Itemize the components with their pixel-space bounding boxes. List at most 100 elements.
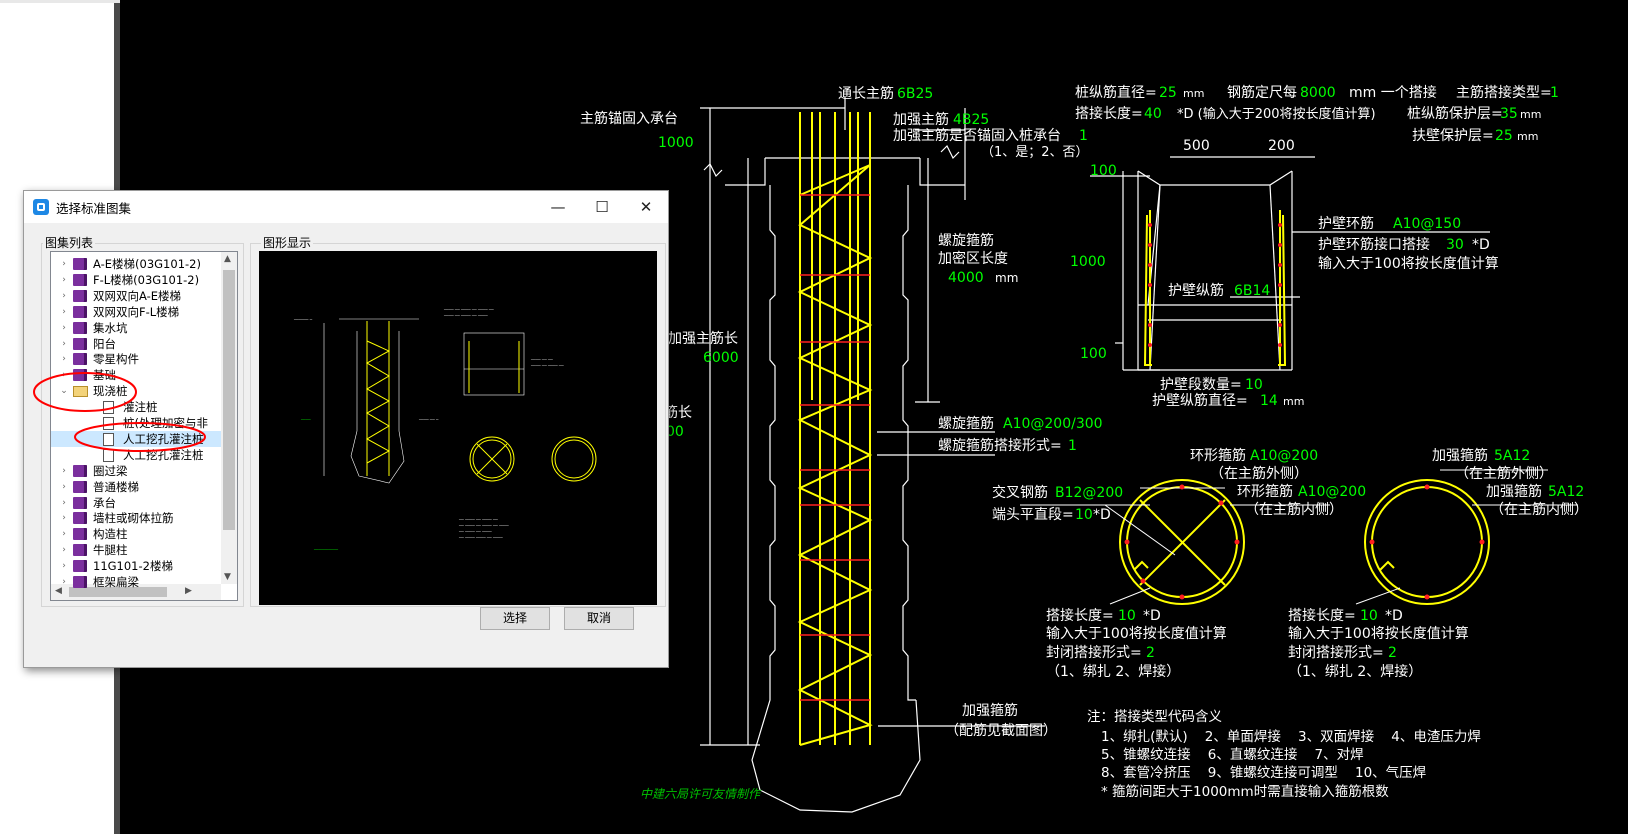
tree-item[interactable]: ⌄ 现浇桩 <box>51 383 221 399</box>
chevron-right-icon[interactable]: › <box>59 463 69 479</box>
chevron-right-icon[interactable]: › <box>59 336 69 352</box>
book-icon <box>73 528 87 541</box>
sl-ring-inner-note: （在主筋内侧） <box>1245 501 1343 518</box>
sr-inner-label: 加强箍筋 <box>1486 483 1542 500</box>
sr-outer-note: （在主筋外侧） <box>1455 465 1553 482</box>
sr-lap-label: 搭接长度= <box>1288 607 1356 624</box>
wall-cover-value: 25 <box>1495 128 1513 144</box>
close-button[interactable]: ✕ <box>624 191 668 223</box>
tree-item-label: 双网双向A-E楼梯 <box>93 288 182 303</box>
chevron-right-icon[interactable]: › <box>59 510 69 526</box>
document-icon <box>103 448 114 462</box>
select-button[interactable]: 选择 <box>480 607 550 630</box>
svg-text:──── ── ─: ──── ── ─ <box>418 417 439 422</box>
long-bar-value: 6B14 <box>1234 283 1270 299</box>
sl-close-note: （1、绑扎 2、焊接） <box>1046 663 1180 680</box>
tree-item-label: 承台 <box>93 495 116 510</box>
sl-end-label: 端头平直段= <box>992 506 1074 523</box>
tree-item[interactable]: › 圈过梁 <box>51 463 221 479</box>
chevron-right-icon[interactable]: › <box>59 304 69 320</box>
tree-item-label: 框架扁梁 <box>93 575 139 589</box>
tree-item[interactable]: › 11G101-2楼梯 <box>51 558 221 574</box>
chevron-right-icon[interactable]: › <box>59 320 69 336</box>
tree-item[interactable]: › 双网双向A-E楼梯 <box>51 288 221 304</box>
cancel-button[interactable]: 取消 <box>564 607 634 630</box>
chevron-right-icon[interactable]: › <box>59 526 69 542</box>
sl-cross-label: 交叉钢筋 <box>992 484 1048 501</box>
book-icon <box>73 273 87 286</box>
diameter-label: 桩纵筋直径= <box>1075 84 1157 101</box>
fixed-length-unit: mm 一个搭接 <box>1349 84 1437 101</box>
tree-item[interactable]: 人工挖孔灌注桩 <box>51 430 221 447</box>
chevron-right-icon[interactable]: › <box>59 495 69 511</box>
chevron-right-icon[interactable]: › <box>59 288 69 304</box>
dialog-titlebar[interactable]: 选择标准图集 — ☐ ✕ <box>24 191 668 223</box>
tree-group-label: 图集列表 <box>43 234 96 251</box>
tree-item[interactable]: › 集水坑 <box>51 320 221 336</box>
maximize-button[interactable]: ☐ <box>580 191 624 223</box>
book-icon <box>73 337 87 350</box>
fixed-length-label: 钢筋定尺每 <box>1227 84 1297 101</box>
tree-item[interactable]: 人工挖孔灌注桩 <box>51 447 221 463</box>
tree-item-label: 圈过梁 <box>93 463 128 478</box>
chevron-right-icon[interactable]: › <box>59 558 69 574</box>
reinforce-length-value: 6000 <box>703 350 739 366</box>
diameter-unit: mm <box>1183 87 1204 100</box>
tree-item[interactable]: › 承台 <box>51 495 221 511</box>
tree-item[interactable]: › 双网双向F-L楼梯 <box>51 304 221 320</box>
tree-item[interactable]: › 基础 <box>51 367 221 383</box>
tree-item[interactable]: › 零星构件 <box>51 351 221 367</box>
svg-text:────: ──── <box>300 417 311 422</box>
tree-item[interactable]: › 框架扁梁 <box>51 574 221 590</box>
tree-item[interactable]: › F-L楼梯(03G101-2) <box>51 272 221 288</box>
tree-item[interactable]: › 普通楼梯 <box>51 479 221 495</box>
chevron-down-icon[interactable]: ⌄ <box>59 383 69 399</box>
chevron-right-icon[interactable]: › <box>59 542 69 558</box>
stirrup-label: 加强箍筋 <box>962 702 1018 719</box>
chevron-right-icon[interactable]: › <box>59 256 69 272</box>
wall-cover-label: 扶壁保护层= <box>1412 128 1494 144</box>
ring-lap-value: 30 <box>1446 237 1464 253</box>
lap-length-note: *D (输入大于200将按长度值计算) <box>1177 106 1376 122</box>
document-icon <box>103 401 114 415</box>
tree-item[interactable]: 桩(处理加密与非 <box>51 415 221 431</box>
sl-ring-inner-value: A10@200 <box>1298 484 1366 500</box>
sl-close-value: 2 <box>1146 645 1155 661</box>
tree-item[interactable]: › A-E楼梯(03G101-2) <box>51 256 221 272</box>
tree-item-label: 牛腿柱 <box>93 543 128 558</box>
sl-lap-value: 10 <box>1118 608 1136 624</box>
lap-length-label: 搭接长度= <box>1075 105 1143 122</box>
lap-type-label: 主筋搭接类型= <box>1456 84 1552 101</box>
tree-item[interactable]: › 阳台 <box>51 336 221 352</box>
book-icon <box>73 560 87 573</box>
chevron-right-icon[interactable]: › <box>59 351 69 367</box>
book-icon <box>73 544 87 557</box>
minimize-button[interactable]: — <box>536 191 580 223</box>
atlas-tree[interactable]: ▲ ▼ ◀ ▶ › A-E楼梯(03G101-2) › F-L楼梯(03G101-2)… <box>50 251 238 601</box>
tree-vscroll-thumb[interactable] <box>223 270 235 530</box>
tree-vertical-scrollbar[interactable]: ▲ ▼ <box>221 252 237 584</box>
book-icon <box>73 512 87 525</box>
chevron-right-icon[interactable]: › <box>59 367 69 383</box>
anchor-label: 主筋锚固入承台 <box>580 110 678 127</box>
app-icon <box>33 199 49 215</box>
spiral-lap-label: 螺旋箍筋搭接形式= <box>938 437 1062 454</box>
scroll-up-icon[interactable]: ▲ <box>224 254 231 264</box>
tree-item[interactable]: › 构造柱 <box>51 526 221 542</box>
chevron-right-icon[interactable]: › <box>59 272 69 288</box>
scroll-down-icon[interactable]: ▼ <box>224 572 231 582</box>
sr-inner-note: （在主筋内侧） <box>1490 501 1588 518</box>
tree-item[interactable]: › 牛腿柱 <box>51 542 221 558</box>
tree-item[interactable]: 灌注桩 <box>51 399 221 415</box>
chevron-right-icon[interactable]: › <box>59 574 69 590</box>
ring-lap-unit: *D <box>1472 237 1490 253</box>
book-icon <box>73 305 87 318</box>
book-icon <box>73 289 87 302</box>
cover-unit: mm <box>1520 108 1541 121</box>
svg-text:──────────: ────────── <box>313 547 339 552</box>
chevron-right-icon[interactable]: › <box>59 479 69 495</box>
tree-item-label: 灌注桩 <box>123 400 158 415</box>
diameter-value: 25 <box>1159 85 1177 101</box>
tree-item[interactable]: › 墙柱或砌体拉筋 <box>51 510 221 526</box>
svg-text:── ──── ──── ── ────: ── ──── ──── ── ──── <box>458 535 503 540</box>
